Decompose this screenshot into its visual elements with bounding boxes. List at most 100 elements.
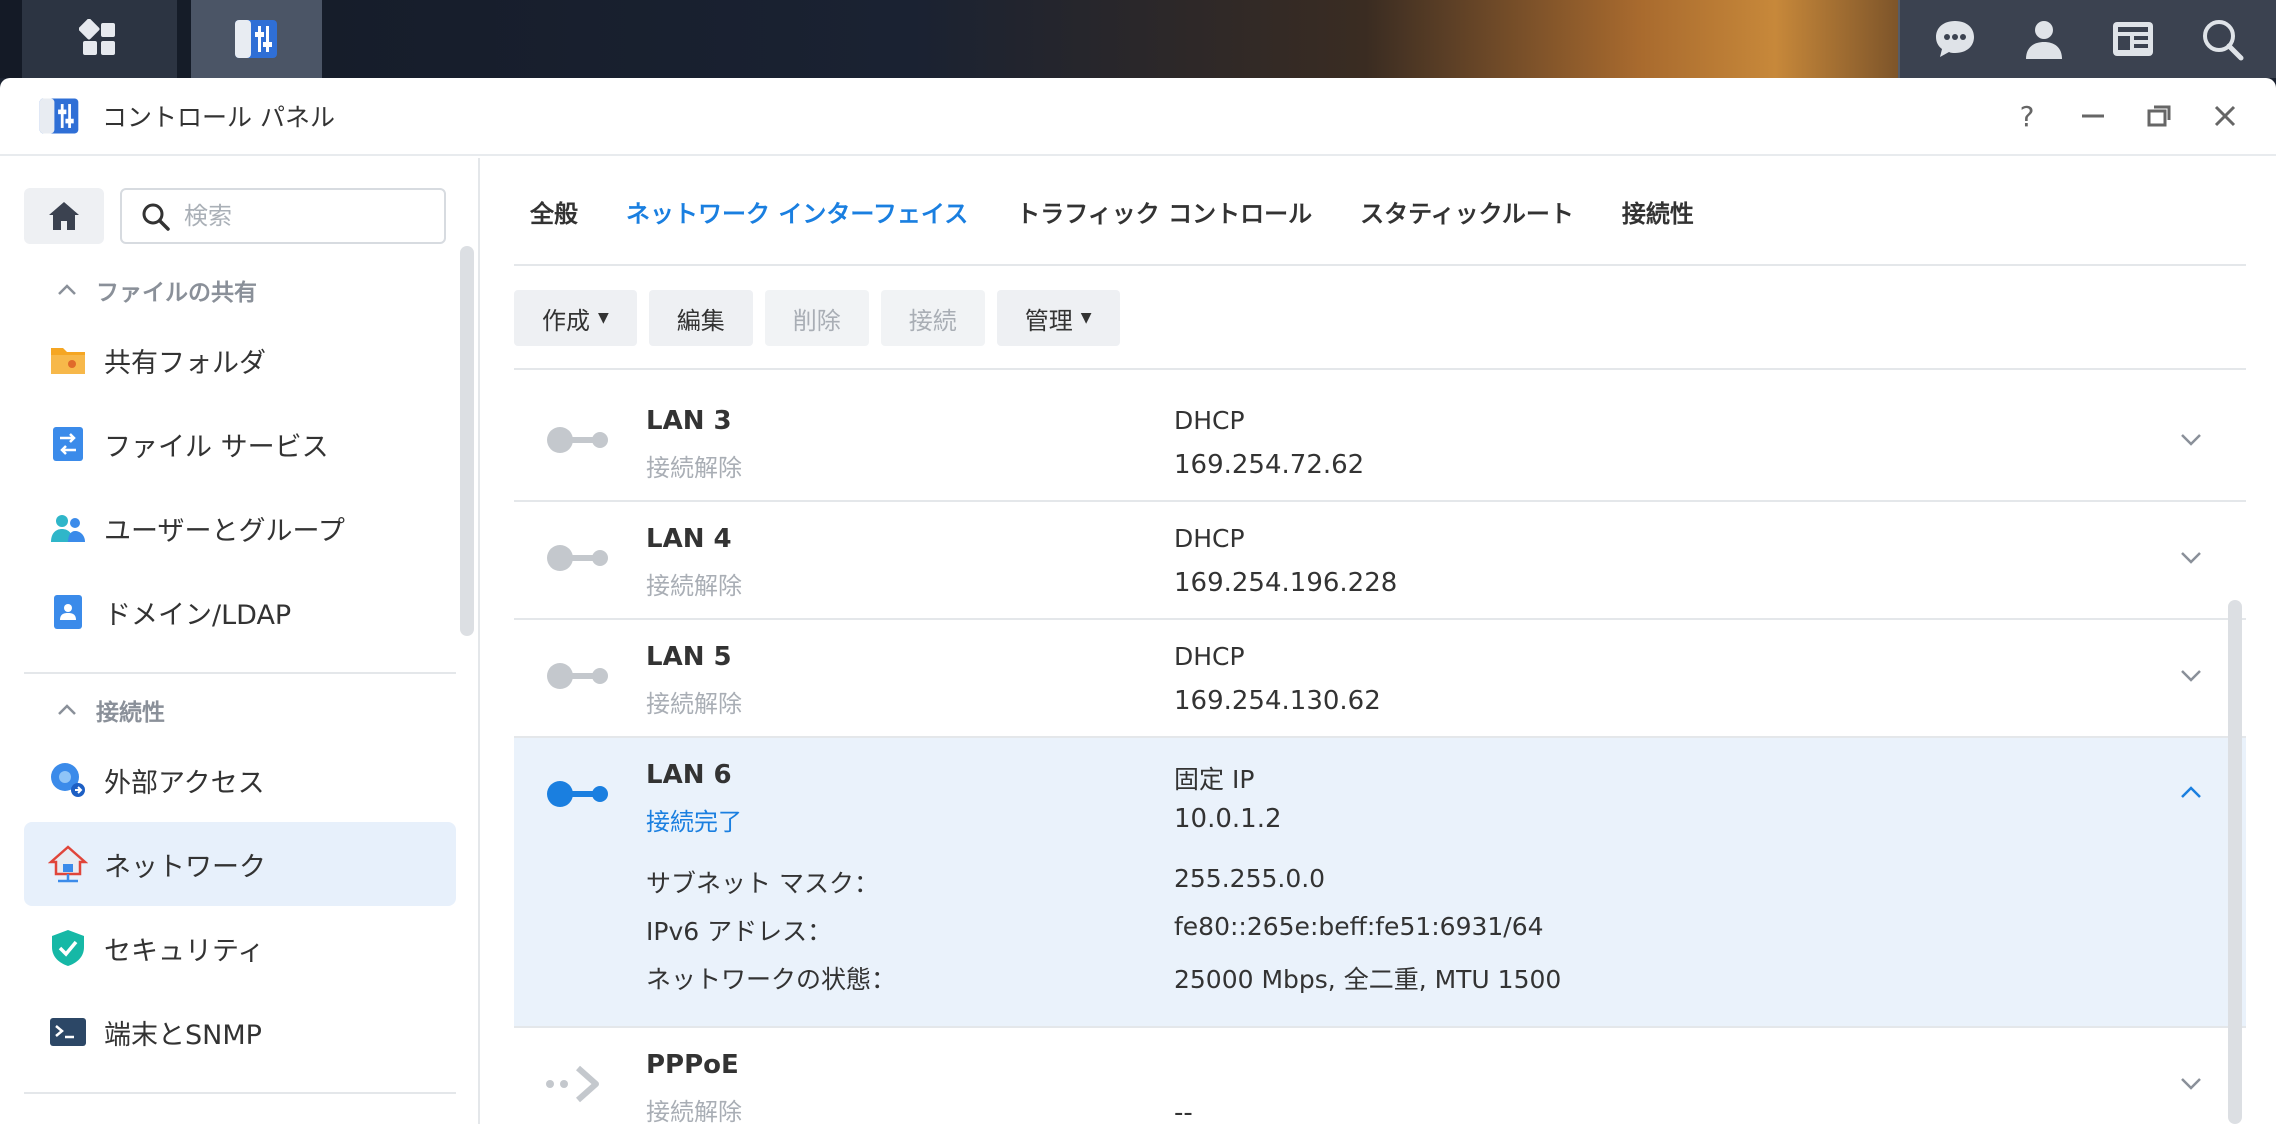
search-icon[interactable]	[2200, 17, 2244, 61]
edit-label: 編集	[676, 306, 725, 335]
detail-value: 255.255.0.0	[1174, 864, 1326, 893]
interface-status: 接続解除	[646, 572, 742, 600]
sidebar-item-label: ドメイン/LDAP	[104, 599, 292, 631]
search-icon	[142, 203, 170, 231]
chevron-up-icon	[58, 284, 76, 295]
section-connectivity[interactable]: 接続性	[24, 682, 454, 738]
restore-icon	[2147, 105, 2171, 127]
interface-ip: 169.254.72.62	[1174, 450, 1365, 480]
sidebar-item-users-groups[interactable]: ユーザーとグループ	[24, 486, 456, 570]
taskbar-right	[1898, 0, 2276, 78]
ethernet-connected-icon	[547, 781, 608, 807]
sidebar-item-security[interactable]: セキュリティ	[24, 906, 456, 990]
create-button[interactable]: 作成 ▼	[514, 290, 637, 346]
taskbar-control-panel-button[interactable]	[190, 0, 322, 78]
network-icon	[48, 844, 88, 884]
interface-row-lan6[interactable]: LAN 6 接続完了 固定 IP 10.0.1.2 サブネット マスク： 255…	[514, 738, 2246, 1028]
control-panel-icon	[39, 98, 79, 134]
manage-label: 管理	[1024, 306, 1073, 335]
minimize-button[interactable]	[2078, 101, 2108, 131]
domain-icon	[48, 592, 88, 632]
connect-button[interactable]: 接続	[880, 290, 985, 346]
sidebar-item-external-access[interactable]: 外部アクセス	[24, 738, 456, 822]
sidebar-item-label: ファイル サービス	[104, 431, 329, 463]
sidebar: ファイルの共有 共有フォルダ ファイル サービス	[0, 158, 480, 1124]
home-icon	[49, 202, 79, 230]
widgets-icon[interactable]	[2111, 17, 2155, 61]
delete-label: 削除	[792, 306, 841, 335]
search-input[interactable]	[184, 202, 424, 230]
edit-button[interactable]: 編集	[648, 290, 753, 346]
sidebar-item-terminal-snmp[interactable]: 端末とSNMP	[24, 990, 456, 1074]
main-content: 全般 ネットワーク インターフェイス トラフィック コントロール スタティックル…	[514, 158, 2246, 1124]
chevron-down-icon[interactable]	[2176, 1068, 2206, 1098]
main-menu-button[interactable]	[22, 0, 177, 78]
interface-list: LAN 3 接続解除 DHCP 169.254.72.62 LAN 4 接続解除…	[514, 384, 2246, 1124]
sidebar-item-file-services[interactable]: ファイル サービス	[24, 402, 456, 486]
folder-icon	[48, 340, 88, 380]
interface-mode: DHCP	[1174, 524, 1245, 553]
tab-general[interactable]: 全般	[530, 194, 578, 229]
chevron-up-icon[interactable]	[2176, 778, 2206, 808]
sidebar-item-label: 端末とSNMP	[104, 1019, 262, 1051]
search-box[interactable]	[120, 188, 446, 244]
interface-mode: DHCP	[1174, 642, 1245, 671]
caret-down-icon: ▼	[1080, 310, 1092, 326]
interface-name: LAN 4	[646, 524, 732, 554]
detail-label: サブネット マスク：	[646, 869, 879, 898]
interface-ip: --	[1174, 1098, 1193, 1124]
tab-static-route[interactable]: スタティックルート	[1360, 194, 1574, 229]
interface-ip: 10.0.1.2	[1174, 804, 1282, 834]
delete-button[interactable]: 削除	[764, 290, 869, 346]
ethernet-disconnected-icon	[547, 545, 608, 571]
terminal-icon	[48, 1012, 88, 1052]
interface-mode: 固定 IP	[1174, 765, 1255, 794]
tab-connectivity[interactable]: 接続性	[1622, 194, 1694, 229]
window-controls: ?	[2012, 100, 2240, 133]
help-button[interactable]: ?	[2012, 100, 2042, 133]
window-titlebar[interactable]: コントロール パネル ?	[0, 78, 2276, 156]
home-button[interactable]	[24, 188, 104, 244]
interface-name: LAN 5	[646, 642, 732, 672]
interface-name: PPPoE	[646, 1050, 739, 1080]
chevron-down-icon[interactable]	[2176, 424, 2206, 454]
detail-label: ネットワークの状態：	[646, 965, 897, 994]
manage-button[interactable]: 管理 ▼	[996, 290, 1120, 346]
maximize-button[interactable]	[2144, 101, 2174, 131]
sidebar-item-domain-ldap[interactable]: ドメイン/LDAP	[24, 570, 456, 654]
shield-icon	[48, 928, 88, 968]
chat-icon[interactable]	[1933, 17, 1977, 61]
interface-name: LAN 6	[646, 760, 732, 790]
desktop-taskbar	[0, 0, 2276, 78]
list-scrollbar[interactable]	[2228, 600, 2242, 1124]
sidebar-item-label: セキュリティ	[104, 935, 265, 967]
section-file-sharing[interactable]: ファイルの共有	[24, 262, 454, 318]
interface-row-pppoe[interactable]: PPPoE 接続解除 --	[514, 1028, 2246, 1124]
interface-row-lan4[interactable]: LAN 4 接続解除 DHCP 169.254.196.228	[514, 502, 2246, 620]
users-icon	[48, 508, 88, 548]
tab-traffic-control[interactable]: トラフィック コントロール	[1016, 194, 1312, 229]
user-icon[interactable]	[2022, 17, 2066, 61]
chevron-down-icon[interactable]	[2176, 542, 2206, 572]
caret-down-icon: ▼	[598, 310, 609, 326]
interface-row-lan3[interactable]: LAN 3 接続解除 DHCP 169.254.72.62	[514, 384, 2246, 502]
connect-label: 接続	[908, 306, 957, 335]
section-title: ファイルの共有	[96, 280, 257, 306]
close-button[interactable]	[2210, 101, 2240, 131]
chevron-up-icon	[58, 704, 76, 715]
sidebar-scrollbar[interactable]	[460, 246, 474, 636]
tab-bar: 全般 ネットワーク インターフェイス トラフィック コントロール スタティックル…	[514, 158, 2246, 266]
chevron-down-icon[interactable]	[2176, 660, 2206, 690]
detail-label: IPv6 アドレス：	[646, 917, 833, 946]
interface-row-lan5[interactable]: LAN 5 接続解除 DHCP 169.254.130.62	[514, 620, 2246, 738]
grid-icon	[79, 19, 116, 55]
sidebar-item-shared-folder[interactable]: 共有フォルダ	[24, 318, 456, 402]
sidebar-item-network[interactable]: ネットワーク	[24, 822, 456, 906]
list-divider	[514, 368, 2246, 370]
interface-ip: 169.254.196.228	[1174, 568, 1398, 598]
window-title: コントロール パネル	[102, 103, 335, 132]
external-access-icon	[48, 760, 88, 800]
detail-value: 25000 Mbps, 全二重, MTU 1500	[1174, 965, 1562, 994]
tab-network-interface[interactable]: ネットワーク インターフェイス	[626, 194, 968, 229]
control-panel-icon	[235, 20, 278, 58]
